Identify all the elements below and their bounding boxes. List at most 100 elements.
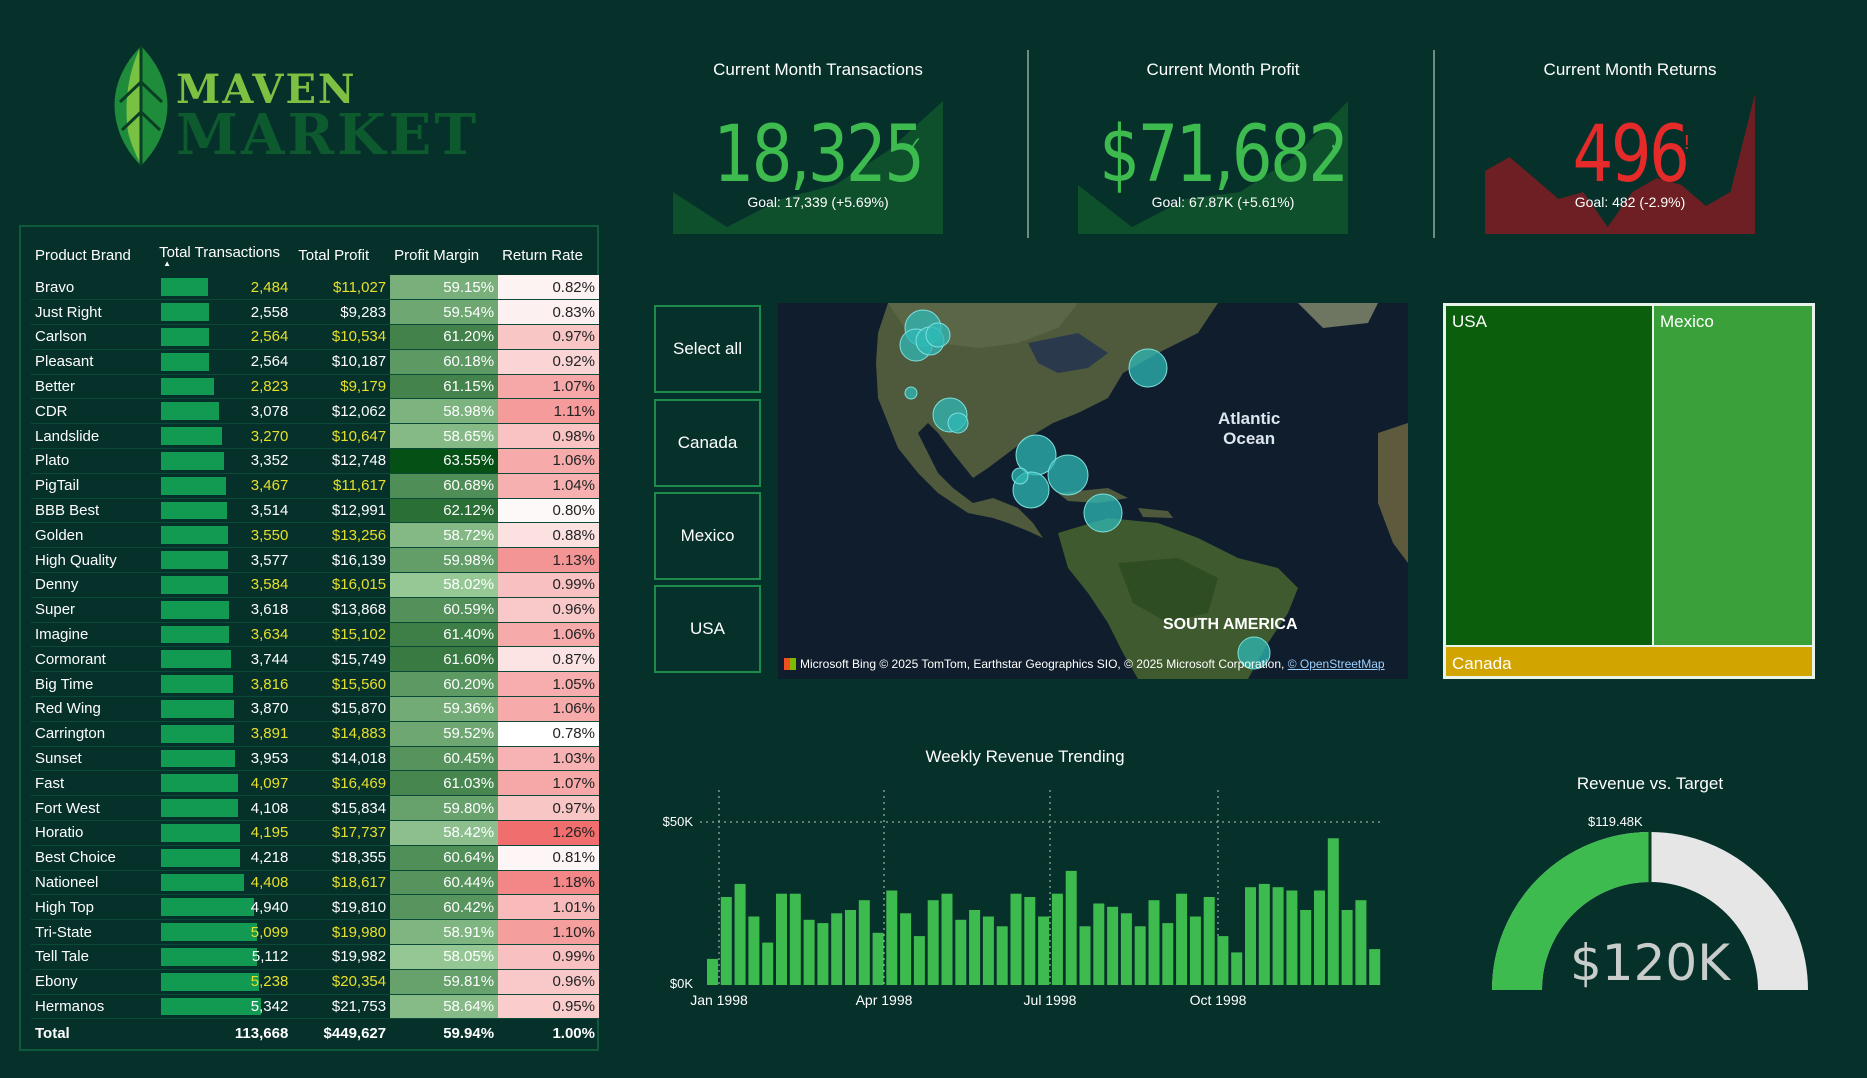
slicer-mexico[interactable]: Mexico: [654, 492, 761, 580]
column-header-profit[interactable]: Total Profit: [294, 235, 390, 275]
revenue-bar[interactable]: [817, 923, 829, 985]
table-row[interactable]: Tri-State 5,099 $19,980 58.91% 1.10%: [31, 919, 599, 946]
table-row[interactable]: Hermanos 5,342 $21,753 58.64% 0.95%: [31, 994, 599, 1020]
table-row[interactable]: High Top 4,940 $19,810 60.42% 1.01%: [31, 894, 599, 921]
table-row[interactable]: Imagine 3,634 $15,102 61.40% 1.06%: [31, 622, 599, 648]
revenue-bar[interactable]: [1051, 893, 1063, 985]
revenue-bar[interactable]: [886, 890, 898, 986]
revenue-bar[interactable]: [969, 910, 981, 985]
table-row[interactable]: High Quality 3,577 $16,139 59.98% 1.13%: [31, 547, 599, 574]
revenue-bar[interactable]: [1300, 910, 1312, 985]
revenue-bar[interactable]: [900, 913, 912, 985]
return-rate-cell: 1.10%: [498, 919, 599, 946]
table-row[interactable]: Sunset 3,953 $14,018 60.45% 1.03%: [31, 746, 599, 772]
revenue-bar[interactable]: [748, 916, 760, 986]
revenue-bar[interactable]: [1231, 952, 1243, 985]
revenue-bar[interactable]: [1120, 913, 1132, 985]
revenue-bar[interactable]: [1217, 936, 1229, 985]
revenue-bar[interactable]: [1093, 903, 1105, 986]
revenue-bar[interactable]: [720, 897, 732, 985]
table-row[interactable]: Golden 3,550 $13,256 58.72% 0.88%: [31, 522, 599, 549]
slicer-select-all[interactable]: Select all: [654, 305, 761, 393]
revenue-bar[interactable]: [1065, 870, 1077, 985]
table-row[interactable]: Tell Tale 5,112 $19,982 58.05% 0.99%: [31, 944, 599, 970]
table-row[interactable]: Just Right 2,558 $9,283 59.54% 0.83%: [31, 299, 599, 326]
slicer-usa[interactable]: USA: [654, 585, 761, 673]
table-row[interactable]: CDR 3,078 $12,062 58.98% 1.11%: [31, 398, 599, 425]
table-row[interactable]: Horatio 4,195 $17,737 58.42% 1.26%: [31, 820, 599, 846]
table-row[interactable]: Carlson 2,564 $10,534 61.20% 0.97%: [31, 324, 599, 350]
revenue-bar[interactable]: [955, 919, 967, 985]
table-row[interactable]: Fort West 4,108 $15,834 59.80% 0.97%: [31, 795, 599, 822]
column-header-brand[interactable]: Product Brand: [31, 235, 155, 275]
kpi-goal: Goal: 482 (-2.9%): [1574, 194, 1686, 210]
revenue-bar[interactable]: [1079, 926, 1091, 985]
table-row[interactable]: PigTail 3,467 $11,617 60.68% 1.04%: [31, 473, 599, 499]
revenue-bar[interactable]: [1148, 900, 1160, 985]
revenue-bar[interactable]: [1355, 900, 1367, 985]
profit-cell: $16,469: [294, 770, 391, 797]
table-row[interactable]: Bravo 2,484 $11,027 59.15% 0.82%: [31, 275, 599, 301]
table-row[interactable]: Red Wing 3,870 $15,870 59.36% 1.06%: [31, 696, 599, 722]
revenue-bar[interactable]: [982, 916, 994, 986]
revenue-bar[interactable]: [1245, 887, 1256, 985]
table-row[interactable]: Landslide 3,270 $10,647 58.65% 0.98%: [31, 423, 599, 450]
revenue-bar[interactable]: [707, 958, 718, 985]
store-map[interactable]: Atlantic Ocean SOUTH AMERICA Microsoft B…: [778, 303, 1408, 679]
revenue-bar[interactable]: [872, 932, 884, 985]
profit-cell: $19,980: [294, 919, 391, 946]
revenue-bar[interactable]: [1258, 883, 1270, 985]
revenue-bar[interactable]: [996, 926, 1008, 985]
table-row[interactable]: Pleasant 2,564 $10,187 60.18% 0.92%: [31, 349, 599, 375]
column-header-transactions[interactable]: Total Transactions ▲: [155, 235, 294, 275]
table-row[interactable]: Fast 4,097 $16,469 61.03% 1.07%: [31, 770, 599, 797]
table-row[interactable]: Plato 3,352 $12,748 63.55% 1.06%: [31, 448, 599, 474]
revenue-bar[interactable]: [1272, 887, 1284, 985]
table-row[interactable]: Best Choice 4,218 $18,355 60.64% 0.81%: [31, 845, 599, 871]
slicer-canada[interactable]: Canada: [654, 399, 761, 487]
revenue-bar[interactable]: [1327, 838, 1339, 985]
revenue-bar[interactable]: [1369, 949, 1381, 985]
revenue-bar[interactable]: [1176, 893, 1188, 985]
revenue-bar[interactable]: [831, 913, 843, 985]
revenue-bar[interactable]: [1314, 890, 1325, 986]
revenue-bar[interactable]: [1189, 916, 1201, 986]
revenue-bar[interactable]: [803, 919, 815, 985]
table-row[interactable]: Carrington 3,891 $14,883 59.52% 0.78%: [31, 721, 599, 747]
table-row[interactable]: Ebony 5,238 $20,354 59.81% 0.96%: [31, 969, 599, 995]
revenue-bar[interactable]: [1203, 897, 1215, 985]
revenue-bar[interactable]: [1341, 910, 1353, 985]
map-brand: Microsoft Bing: [800, 657, 877, 671]
table-row[interactable]: BBB Best 3,514 $12,991 62.12% 0.80%: [31, 498, 599, 524]
revenue-bar[interactable]: [1286, 890, 1298, 986]
revenue-bar[interactable]: [927, 900, 939, 985]
revenue-bar[interactable]: [941, 893, 953, 985]
table-row[interactable]: Nationeel 4,408 $18,617 60.44% 1.18%: [31, 870, 599, 896]
table-row[interactable]: Big Time 3,816 $15,560 60.20% 1.05%: [31, 671, 599, 698]
column-header-return-rate[interactable]: Return Rate: [498, 235, 599, 275]
revenue-bar[interactable]: [789, 893, 801, 985]
openstreetmap-link[interactable]: © OpenStreetMap: [1288, 657, 1385, 671]
revenue-bar[interactable]: [762, 942, 774, 985]
revenue-bar[interactable]: [1134, 926, 1146, 985]
table-row[interactable]: Better 2,823 $9,179 61.15% 1.07%: [31, 374, 599, 400]
treemap-tile-mexico[interactable]: Mexico: [1653, 305, 1813, 646]
column-header-margin[interactable]: Profit Margin: [390, 235, 498, 275]
revenue-bar[interactable]: [1010, 893, 1022, 985]
revenue-bar[interactable]: [1024, 897, 1036, 985]
revenue-bar[interactable]: [1107, 906, 1119, 985]
revenue-bar[interactable]: [776, 893, 787, 985]
table-row[interactable]: Denny 3,584 $16,015 58.02% 0.99%: [31, 572, 599, 598]
margin-cell: 58.72%: [390, 522, 499, 549]
table-row[interactable]: Cormorant 3,744 $15,749 61.60% 0.87%: [31, 646, 599, 673]
revenue-bar[interactable]: [913, 936, 925, 985]
margin-cell: 61.15%: [390, 374, 499, 400]
treemap-tile-usa[interactable]: USA: [1445, 305, 1653, 646]
revenue-bar[interactable]: [845, 910, 856, 985]
revenue-bar[interactable]: [858, 900, 870, 985]
revenue-bar[interactable]: [1038, 916, 1050, 986]
treemap-tile-canada[interactable]: Canada: [1445, 646, 1813, 677]
table-row[interactable]: Super 3,618 $13,868 60.59% 0.96%: [31, 597, 599, 623]
revenue-bar[interactable]: [734, 883, 746, 985]
revenue-bar[interactable]: [1162, 923, 1174, 985]
